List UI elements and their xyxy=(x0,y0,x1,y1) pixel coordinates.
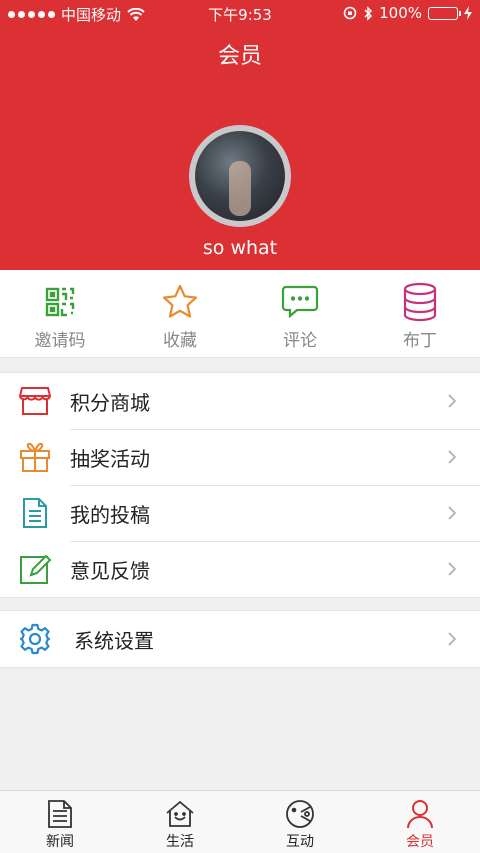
battery-percent: 100% xyxy=(379,4,422,22)
menu-group-settings: 系统设置 xyxy=(0,610,480,668)
chevron-right-icon xyxy=(448,562,457,576)
database-icon xyxy=(400,282,440,322)
chevron-right-icon xyxy=(448,632,457,646)
avatar[interactable] xyxy=(189,125,291,227)
member-header: 中国移动 下午9:53 100% 会员 so what xyxy=(0,0,480,270)
page-title: 会员 xyxy=(217,44,262,69)
charging-icon xyxy=(464,6,472,20)
menu-item-my-submissions[interactable]: 我的投稿 xyxy=(0,485,480,541)
gift-icon xyxy=(18,440,52,474)
store-icon xyxy=(18,384,52,418)
quick-invite-code[interactable]: 邀请码 xyxy=(0,270,120,357)
edit-icon xyxy=(18,552,52,586)
comment-icon xyxy=(280,282,320,322)
quick-invite-code-label: 邀请码 xyxy=(34,331,86,351)
quick-comments[interactable]: 评论 xyxy=(240,270,360,357)
qr-code-icon xyxy=(40,282,80,322)
avatar-photo xyxy=(195,131,285,221)
tab-label: 新闻 xyxy=(46,834,74,850)
tab-news[interactable]: 新闻 xyxy=(0,791,120,853)
menu-item-system-settings[interactable]: 系统设置 xyxy=(0,611,480,667)
document-icon xyxy=(18,496,52,530)
menu-item-label: 意见反馈 xyxy=(70,558,150,583)
menu-item-feedback[interactable]: 意见反馈 xyxy=(0,541,480,597)
tab-label: 生活 xyxy=(166,834,194,850)
star-icon xyxy=(160,282,200,322)
bluetooth-icon xyxy=(364,5,373,21)
quick-pudding[interactable]: 布丁 xyxy=(360,270,480,357)
tab-label: 会员 xyxy=(406,834,434,850)
rotation-lock-icon xyxy=(343,6,357,20)
menu-item-label: 系统设置 xyxy=(74,628,154,653)
menu-item-points-mall[interactable]: 积分商城 xyxy=(0,373,480,429)
interact-icon xyxy=(285,799,315,829)
username[interactable]: so what xyxy=(0,237,480,259)
quick-favorites-label: 收藏 xyxy=(163,331,197,351)
tab-life[interactable]: 生活 xyxy=(120,791,240,853)
menu-item-label: 积分商城 xyxy=(70,390,150,415)
news-icon xyxy=(45,799,75,829)
chevron-right-icon xyxy=(448,506,457,520)
status-bar: 中国移动 下午9:53 100% xyxy=(0,0,480,26)
menu-group-main: 积分商城 抽奖活动 我的投稿 意见反馈 xyxy=(0,372,480,598)
home-icon xyxy=(165,799,195,829)
quick-comments-label: 评论 xyxy=(283,331,317,351)
chevron-right-icon xyxy=(448,450,457,464)
gear-icon xyxy=(18,622,52,656)
quick-actions: 邀请码 收藏 评论 布丁 xyxy=(0,270,480,358)
menu-item-label: 抽奖活动 xyxy=(70,446,150,471)
menu-item-label: 我的投稿 xyxy=(70,502,150,527)
tab-member[interactable]: 会员 xyxy=(360,791,480,853)
quick-favorites[interactable]: 收藏 xyxy=(120,270,240,357)
tab-interact[interactable]: 互动 xyxy=(240,791,360,853)
quick-pudding-label: 布丁 xyxy=(403,331,437,351)
menu-item-lottery[interactable]: 抽奖活动 xyxy=(0,429,480,485)
tab-label: 互动 xyxy=(286,834,314,850)
chevron-right-icon xyxy=(448,394,457,408)
tab-bar: 新闻 生活 互动 会员 xyxy=(0,790,480,853)
user-icon xyxy=(405,799,435,829)
battery-icon xyxy=(428,6,461,20)
